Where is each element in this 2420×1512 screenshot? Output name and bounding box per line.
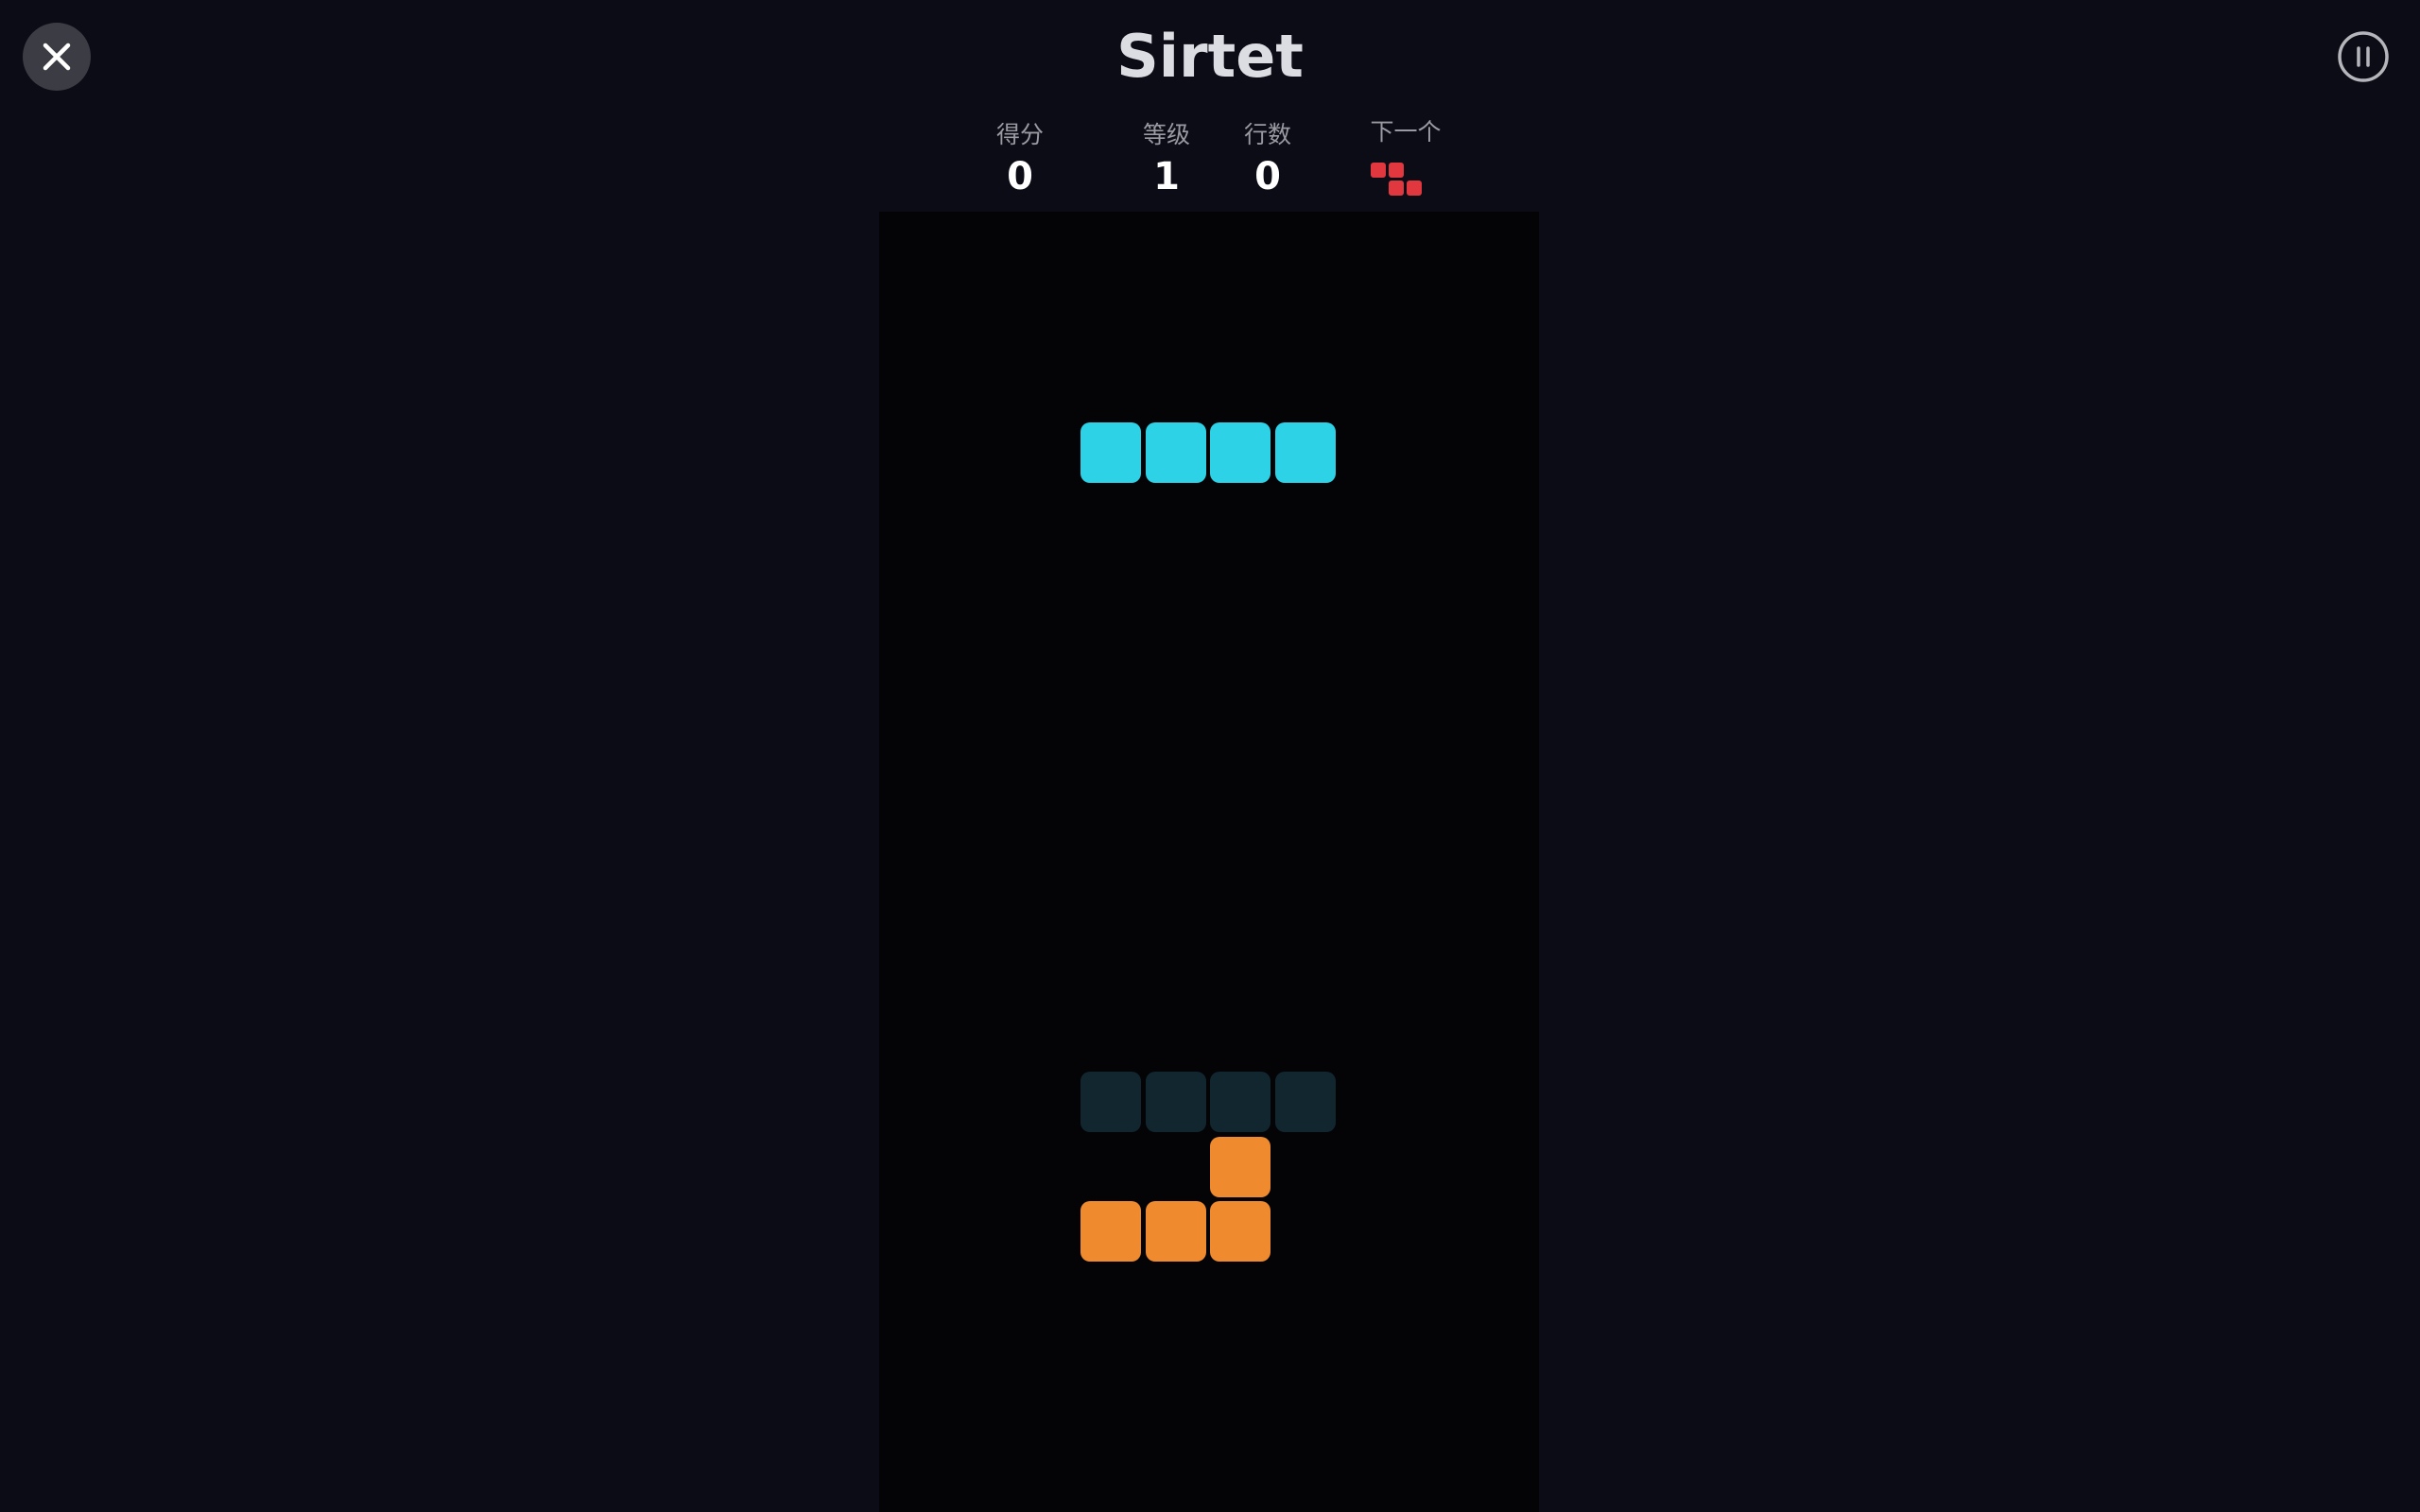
- ghost-piece-cell: [1275, 1071, 1337, 1132]
- next-label: 下一个: [1370, 118, 1442, 146]
- locked-cell: [1210, 1201, 1271, 1263]
- active-piece-cell: [1080, 421, 1141, 483]
- score-label: 得分: [995, 121, 1044, 148]
- active-piece-cell: [1210, 421, 1271, 483]
- level-label: 等级: [1142, 121, 1190, 148]
- next-piece-cell: [1407, 180, 1422, 196]
- ghost-piece-cell: [1145, 1071, 1206, 1132]
- locked-cell: [1210, 1136, 1271, 1197]
- score-value: 0: [1007, 155, 1033, 198]
- next-piece-preview: [1369, 161, 1426, 198]
- lines-label: 行数: [1243, 121, 1291, 148]
- lines-value: 0: [1254, 155, 1281, 198]
- ghost-piece-cell: [1080, 1071, 1141, 1132]
- next-piece-cell: [1371, 163, 1386, 178]
- locked-cell: [1145, 1201, 1206, 1263]
- game-board[interactable]: [879, 212, 1539, 1512]
- pause-icon: [2338, 31, 2389, 82]
- next-piece-cell: [1389, 163, 1404, 178]
- pause-button[interactable]: [2337, 30, 2390, 83]
- ghost-piece-cell: [1210, 1071, 1271, 1132]
- next-piece-cell: [1389, 180, 1404, 196]
- active-piece-cell: [1145, 421, 1206, 483]
- locked-cell: [1080, 1201, 1141, 1263]
- active-piece-cell: [1275, 421, 1337, 483]
- game-title: Sirtet: [1116, 22, 1304, 91]
- level-value: 1: [1153, 155, 1180, 198]
